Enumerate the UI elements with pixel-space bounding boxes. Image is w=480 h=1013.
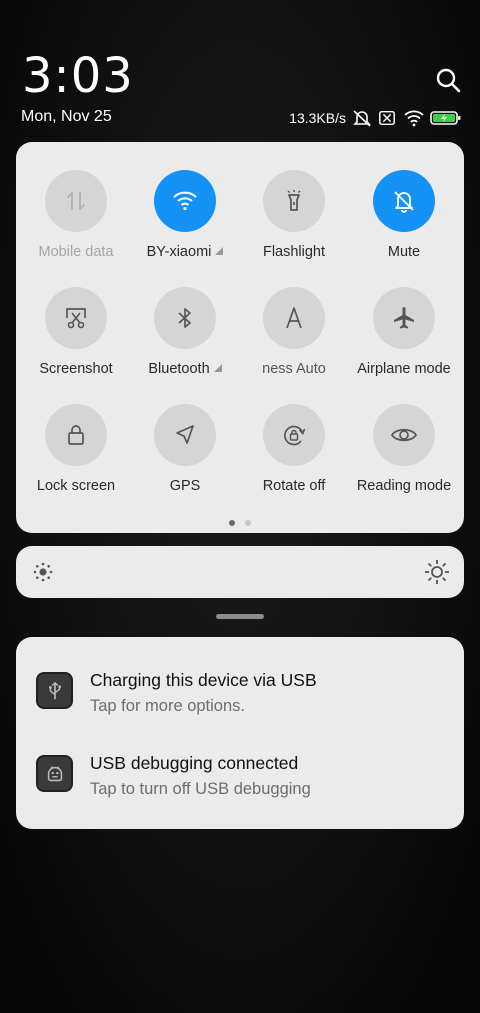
tile-auto-brightness[interactable]: ness Auto [239, 287, 349, 377]
notification-group: Charging this device via USB Tap for mor… [16, 637, 464, 829]
mobile-data-icon [67, 192, 85, 210]
tile-wifi[interactable]: BY-xiaomi [130, 170, 240, 260]
tile-label: Mobile data [38, 244, 114, 260]
clock-time: 3:03 [22, 48, 134, 104]
page-dot[interactable] [245, 520, 251, 526]
drag-handle[interactable] [216, 614, 264, 619]
tile-label: Reading mode [356, 478, 452, 494]
tile-label: ness Auto [262, 361, 326, 377]
tile-label: Screenshot [39, 361, 113, 377]
tile-airplane[interactable]: Airplane mode [349, 287, 459, 377]
tile-screenshot[interactable]: Screenshot [21, 287, 131, 377]
auto-brightness-icon [286, 307, 302, 329]
tile-label: Rotate off [262, 478, 326, 494]
no-sim-icon [378, 109, 398, 127]
bluetooth-icon [178, 308, 191, 328]
search-icon[interactable] [434, 66, 462, 94]
tile-label: Lock screen [36, 478, 116, 494]
tile-label: Bluetooth [148, 361, 210, 377]
bell-off-icon [394, 191, 414, 213]
tile-lock-screen[interactable]: Lock screen [21, 404, 131, 494]
network-speed: 13.3KB/s [289, 110, 346, 126]
tile-mobile-data[interactable]: Mobile data [21, 170, 131, 260]
date-label: Mon, Nov 25 [21, 108, 112, 125]
notification-usb-debugging[interactable]: USB debugging connected Tap to turn off … [36, 753, 446, 815]
tile-label: GPS [169, 478, 201, 494]
wifi-status-icon [404, 109, 424, 127]
notification-subtitle: Tap to turn off USB debugging [90, 780, 311, 798]
notification-title: USB debugging connected [90, 753, 299, 773]
page-dot-active[interactable] [229, 520, 235, 526]
tile-label: Mute [387, 244, 421, 260]
wifi-icon [173, 191, 197, 211]
android-debug-icon [36, 755, 73, 792]
tile-reading-mode[interactable]: Reading mode [349, 404, 459, 494]
brightness-slider[interactable] [16, 546, 464, 598]
tile-label: Flashlight [262, 244, 326, 260]
notification-usb-charging[interactable]: Charging this device via USB Tap for mor… [36, 670, 446, 732]
quick-settings-panel: Mobile data BY-xiaomi Flashlight Mute Sc… [16, 142, 464, 533]
expand-triangle-icon [213, 364, 222, 372]
notification-title: Charging this device via USB [90, 670, 317, 690]
notification-subtitle: Tap for more options. [90, 697, 245, 715]
status-icons: 13.3KB/s [289, 108, 462, 128]
flashlight-icon [287, 190, 301, 211]
tile-flashlight[interactable]: Flashlight [239, 170, 349, 260]
battery-charging-icon [430, 109, 462, 127]
tile-gps[interactable]: GPS [130, 404, 240, 494]
airplane-icon [394, 307, 414, 329]
mute-status-icon [352, 109, 372, 127]
tile-mute[interactable]: Mute [349, 170, 459, 260]
brightness-low-icon [33, 562, 53, 582]
tile-label: BY-xiaomi [146, 244, 212, 260]
location-arrow-icon [176, 425, 194, 444]
lock-icon [68, 425, 84, 445]
rotation-lock-icon [284, 425, 306, 446]
eye-icon [391, 428, 417, 442]
brightness-high-icon [425, 560, 449, 584]
tile-label: Airplane mode [357, 361, 451, 377]
screenshot-icon [66, 308, 86, 329]
usb-icon [36, 672, 73, 709]
page-indicator [16, 520, 464, 526]
tile-rotate[interactable]: Rotate off [239, 404, 349, 494]
tile-bluetooth[interactable]: Bluetooth [130, 287, 240, 377]
expand-triangle-icon [215, 247, 224, 255]
